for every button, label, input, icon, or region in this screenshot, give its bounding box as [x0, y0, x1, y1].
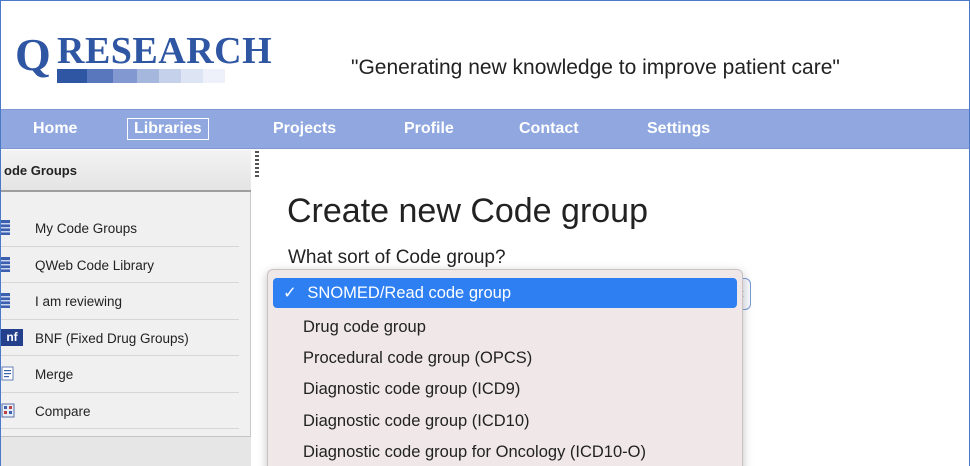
dropdown-option-label: SNOMED/Read code group: [307, 284, 512, 302]
dropdown-option-drug[interactable]: Drug code group: [273, 312, 737, 342]
nav-projects[interactable]: Projects: [267, 119, 342, 139]
sidebar-item-label: QWeb Code Library: [35, 257, 155, 273]
sidebar-item-my-code-groups[interactable]: My Code Groups: [1, 210, 239, 247]
sidebar-item-i-am-reviewing[interactable]: I am reviewing: [1, 283, 239, 320]
site-tagline: "Generating new knowledge to improve pat…: [351, 56, 840, 79]
dropdown-option-icd9[interactable]: Diagnostic code group (ICD9): [273, 374, 737, 404]
sidebar-footer: [1, 436, 251, 466]
nav-home[interactable]: Home: [27, 119, 83, 139]
sidebar: ode Groups My Code Groups QWeb Code Libr…: [1, 150, 251, 466]
check-icon: ✓: [283, 284, 297, 302]
main-navigation: Home Libraries Projects Profile Contact …: [1, 109, 969, 149]
nav-profile[interactable]: Profile: [398, 119, 460, 139]
sidebar-item-label: Compare: [35, 403, 91, 419]
splitter-grip-icon[interactable]: [255, 151, 259, 179]
database-icon: [1, 220, 10, 235]
sidebar-item-label: I am reviewing: [35, 294, 123, 309]
dropdown-option-icd10-o[interactable]: Diagnostic code group for Oncology (ICD1…: [273, 437, 737, 466]
sidebar-item-label: BNF (Fixed Drug Groups): [35, 330, 189, 346]
nav-libraries[interactable]: Libraries: [127, 118, 209, 140]
code-group-type-label: What sort of Code group?: [288, 247, 506, 268]
page-title: Create new Code group: [287, 192, 649, 230]
logo-color-bars: [57, 69, 287, 83]
app-window: Q RESEARCH "Generating new knowledge to …: [0, 0, 970, 466]
site-header: Q RESEARCH "Generating new knowledge to …: [1, 1, 969, 109]
merge-icon: [1, 366, 14, 381]
compare-icon: [1, 403, 15, 417]
database-icon: [1, 256, 10, 272]
dropdown-option-opcs[interactable]: Procedural code group (OPCS): [273, 343, 737, 373]
code-group-type-dropdown: ✓ SNOMED/Read code group Drug code group…: [267, 269, 743, 466]
sidebar-item-label: Merge: [35, 367, 74, 382]
database-icon: [1, 293, 10, 308]
dropdown-option-snomed[interactable]: ✓ SNOMED/Read code group: [273, 278, 737, 308]
bnf-icon: nf: [1, 328, 23, 346]
dropdown-option-icd10[interactable]: Diagnostic code group (ICD10): [273, 406, 737, 436]
sidebar-item-merge[interactable]: Merge: [1, 356, 239, 393]
sidebar-item-bnf[interactable]: nf BNF (Fixed Drug Groups): [1, 320, 239, 356]
sidebar-title: ode Groups: [1, 150, 251, 192]
qresearch-logo[interactable]: Q RESEARCH: [13, 29, 293, 83]
sidebar-item-qweb-code-library[interactable]: QWeb Code Library: [1, 247, 239, 283]
sidebar-item-compare[interactable]: Compare: [1, 393, 239, 429]
sidebar-item-label: My Code Groups: [35, 221, 138, 236]
logo-wordmark: RESEARCH: [57, 30, 273, 72]
nav-settings[interactable]: Settings: [641, 119, 716, 139]
nav-contact[interactable]: Contact: [513, 119, 585, 139]
sidebar-list: My Code Groups QWeb Code Library I am re…: [1, 210, 251, 429]
logo-q-letter: Q: [15, 29, 51, 80]
sidebar-splitter[interactable]: [252, 150, 260, 466]
